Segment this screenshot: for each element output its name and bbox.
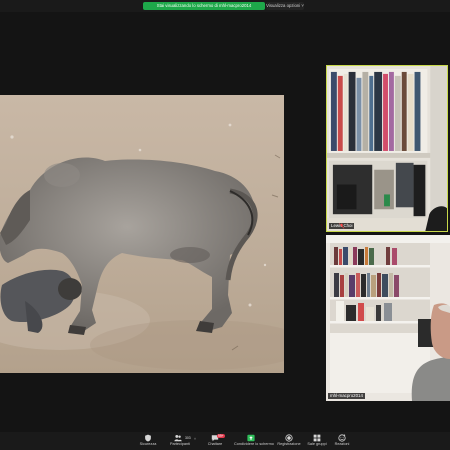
meeting-toolbar: Sicurezza 303 ˄ Partecipanti 99+ Chattar… bbox=[0, 432, 450, 450]
participants-button[interactable]: 303 ˄ Partecipanti bbox=[164, 433, 196, 450]
participant-video bbox=[327, 66, 447, 231]
participants-label: Partecipanti bbox=[169, 442, 191, 446]
meeting-stage: Lewis Choi mhl-macpro2014 bbox=[0, 12, 450, 432]
view-options-button[interactable]: Visualizza opzioni ˅ bbox=[266, 2, 304, 10]
record-icon bbox=[285, 434, 293, 442]
shield-icon bbox=[145, 434, 151, 442]
shared-photo bbox=[0, 95, 284, 373]
participant-name-tag: Lewis Choi bbox=[329, 223, 355, 229]
share-screen-icon bbox=[247, 434, 255, 442]
participants-icon bbox=[174, 434, 182, 442]
shared-screen bbox=[0, 95, 284, 373]
participant-video-tile[interactable]: mhl-macpro2014 bbox=[326, 235, 450, 401]
participant-name-tag: mhl-macpro2014 bbox=[328, 393, 365, 399]
participant-video-tile[interactable]: Lewis Choi bbox=[326, 65, 448, 232]
reactions-button[interactable]: Reazioni bbox=[326, 433, 358, 450]
mic-muted-icon bbox=[339, 223, 345, 229]
reactions-label: Reazioni bbox=[334, 442, 350, 446]
breakout-rooms-icon bbox=[313, 434, 321, 442]
security-button[interactable]: Sicurezza bbox=[132, 433, 164, 450]
security-label: Sicurezza bbox=[139, 442, 157, 446]
participant-name: mhl-macpro2014 bbox=[330, 393, 363, 398]
share-screen-button[interactable]: Condividere lo schermo bbox=[234, 433, 274, 450]
reactions-icon bbox=[338, 434, 346, 442]
screen-share-banner: Stai visualizzando lo schermo di mhl-mac… bbox=[143, 2, 265, 10]
chevron-up-icon[interactable]: ˄ bbox=[194, 437, 196, 441]
share-screen-label: Condividere lo schermo bbox=[234, 442, 274, 446]
participants-count: 303 bbox=[185, 436, 191, 440]
top-bar: Stai visualizzando lo schermo di mhl-mac… bbox=[0, 0, 450, 12]
chat-label: Chattare bbox=[207, 442, 223, 446]
participant-video bbox=[326, 235, 450, 401]
chat-unread-badge: 99+ bbox=[217, 434, 225, 438]
chat-button[interactable]: 99+ Chattare bbox=[199, 433, 231, 450]
